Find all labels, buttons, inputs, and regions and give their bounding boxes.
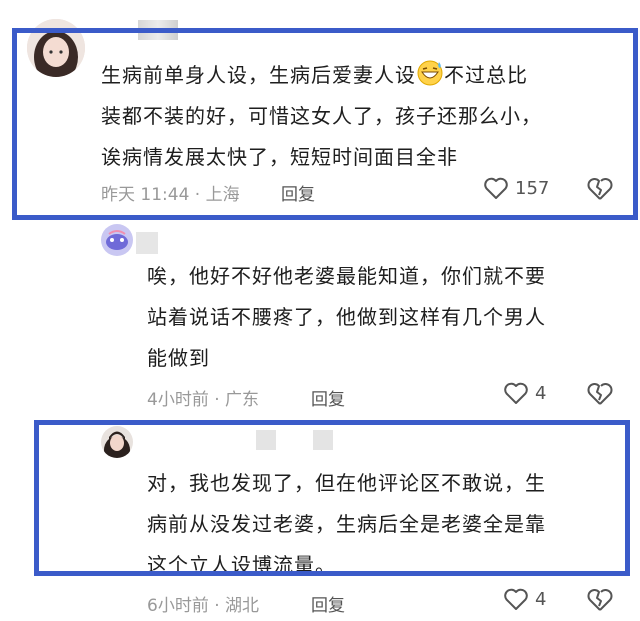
like-count: 157 (515, 177, 550, 199)
like-count: 4 (535, 382, 547, 404)
reply-button[interactable]: 回复 (281, 180, 315, 205)
comment-text: 对，我也发现了，但在他评论区不敢说，生 病前从没发过老婆，生病后全是老婆全是靠 … (147, 463, 617, 586)
avatar[interactable] (101, 224, 133, 256)
blurred-username (136, 232, 158, 254)
heart-icon (504, 382, 528, 404)
like-button[interactable]: 157 (483, 176, 549, 200)
like-count: 4 (535, 588, 547, 610)
avatar[interactable] (27, 19, 85, 77)
comment-line: 对，我也发现了，但在他评论区不敢说，生 (147, 471, 546, 495)
heart-icon (504, 588, 528, 610)
comment-line: 诶病情发展太快了，短短时间面目全非 (101, 145, 458, 169)
comment-text: 生病前单身人设，生病后爱妻人设 不过总比 装都不装的好，可惜这女人了，孩子还那么小… (101, 55, 621, 178)
comment-meta: 6小时前 · 湖北 (147, 596, 260, 616)
comment-line: 生病前单身人设，生病后爱妻人设 (101, 63, 416, 87)
avatar[interactable] (101, 426, 133, 458)
grinning-sweat-emoji-icon (416, 59, 444, 86)
reply-button[interactable]: 回复 (311, 385, 345, 410)
blurred-username (138, 20, 178, 40)
broken-heart-icon[interactable] (586, 587, 614, 613)
comment-line: 站着说话不腰疼了，他做到这样有几个男人 (147, 305, 546, 329)
broken-heart-icon[interactable] (586, 176, 614, 202)
comment-meta: 4小时前 · 广东 (147, 390, 260, 410)
heart-icon (484, 177, 508, 199)
blurred-username (256, 430, 276, 450)
comment-line: 病前从没发过老婆，生病后全是老婆全是靠 (147, 512, 546, 536)
comment-line: 不过总比 (444, 63, 528, 87)
comment-line: 装都不装的好，可惜这女人了，孩子还那么小， (101, 104, 542, 128)
comment-line: 能做到 (147, 346, 210, 370)
comment-text: 唉，他好不好他老婆最能知道，你们就不要 站着说话不腰疼了，他做到这样有几个男人 … (147, 256, 627, 379)
broken-heart-icon[interactable] (586, 381, 614, 407)
like-button[interactable]: 4 (503, 587, 546, 611)
like-button[interactable]: 4 (503, 381, 546, 405)
reply-button[interactable]: 回复 (311, 591, 345, 616)
comment-line: 唉，他好不好他老婆最能知道，你们就不要 (147, 264, 546, 288)
blurred-username (313, 430, 333, 450)
comment-line: 这个立人设博流量。 (147, 553, 336, 577)
comment-meta: 昨天 11:44 · 上海 (101, 185, 240, 205)
